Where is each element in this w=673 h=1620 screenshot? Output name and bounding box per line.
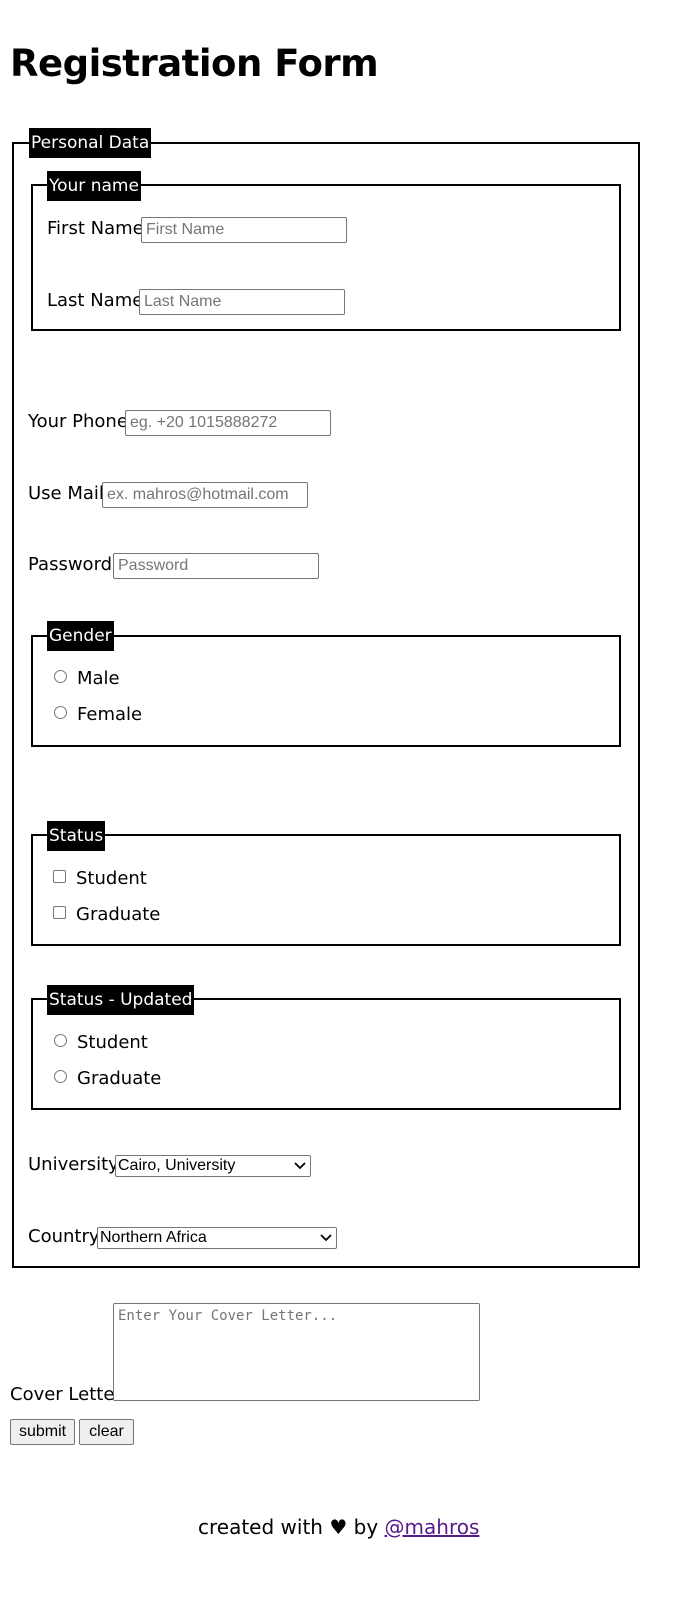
- status-updated-legend: Status - Updated: [47, 985, 195, 1015]
- male-radio[interactable]: [54, 670, 67, 683]
- first-name-label: First Name: [47, 218, 144, 239]
- university-select[interactable]: Cairo, University: [115, 1155, 311, 1177]
- student-checkbox[interactable]: [53, 870, 66, 883]
- personal-data-legend: Personal Data: [29, 128, 152, 158]
- password-label: Password: [28, 554, 113, 575]
- male-label: Male: [77, 668, 120, 689]
- password-input[interactable]: [113, 553, 319, 579]
- author-link[interactable]: @mahros: [385, 1515, 480, 1539]
- last-name-label: Last Name: [47, 290, 144, 311]
- clear-button[interactable]: clear: [79, 1419, 134, 1445]
- mail-label: Use Mail: [28, 483, 104, 504]
- heart-icon: ♥: [329, 1515, 348, 1539]
- female-radio[interactable]: [54, 706, 67, 719]
- cover-letter-textarea[interactable]: [113, 1303, 480, 1401]
- country-select[interactable]: Northern Africa: [97, 1227, 337, 1249]
- gender-fieldset: [31, 635, 621, 747]
- footer: created with ♥ by @mahros: [198, 1513, 479, 1541]
- university-label: University: [28, 1154, 119, 1175]
- chevron-down-icon: [320, 1234, 332, 1242]
- student-checkbox-label: Student: [76, 868, 147, 889]
- graduate-radio[interactable]: [54, 1070, 67, 1083]
- graduate-checkbox-label: Graduate: [76, 904, 161, 925]
- footer-text: created with: [198, 1515, 323, 1539]
- submit-button[interactable]: submit: [10, 1419, 75, 1445]
- chevron-down-icon: [294, 1162, 306, 1170]
- your-name-legend: Your name: [47, 171, 141, 201]
- mail-input[interactable]: [102, 482, 308, 508]
- first-name-input[interactable]: [141, 217, 347, 243]
- university-selected-value: Cairo, University: [118, 1157, 236, 1174]
- page-title: Registration Form: [10, 42, 379, 85]
- graduate-radio-label: Graduate: [77, 1068, 162, 1089]
- country-label: Country: [28, 1226, 100, 1247]
- phone-label: Your Phone: [28, 411, 128, 432]
- student-radio-label: Student: [77, 1032, 148, 1053]
- country-selected-value: Northern Africa: [100, 1229, 207, 1246]
- last-name-input[interactable]: [139, 289, 345, 315]
- student-radio[interactable]: [54, 1034, 67, 1047]
- female-label: Female: [77, 704, 143, 725]
- gender-legend: Gender: [47, 621, 114, 651]
- status-legend: Status: [47, 821, 106, 851]
- cover-letter-label: Cover Letter: [10, 1384, 122, 1405]
- graduate-checkbox[interactable]: [53, 906, 66, 919]
- footer-by: by: [353, 1515, 379, 1539]
- phone-input[interactable]: [125, 410, 331, 436]
